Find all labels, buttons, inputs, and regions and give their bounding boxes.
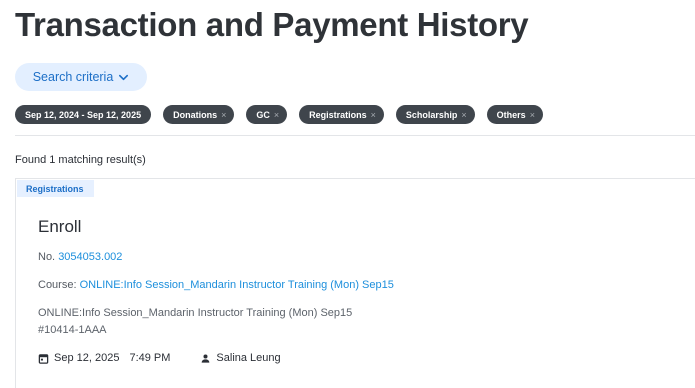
- filter-chips: Sep 12, 2024 - Sep 12, 2025 Donations × …: [15, 105, 543, 124]
- filter-chip-label: Others: [496, 109, 526, 120]
- course-link[interactable]: ONLINE:Info Session_Mandarin Instructor …: [80, 279, 394, 291]
- filter-chip-label: GC: [256, 109, 270, 120]
- filter-chip-registrations[interactable]: Registrations ×: [299, 105, 384, 124]
- calendar-icon: [38, 353, 49, 364]
- filter-chip-donations[interactable]: Donations ×: [163, 105, 235, 124]
- filter-chip-others[interactable]: Others ×: [486, 105, 543, 124]
- person-icon: [202, 353, 210, 363]
- transaction-meta: Sep 12, 2025 7:49 PM Salina Leung: [38, 352, 281, 364]
- transaction-date: Sep 12, 2025: [54, 352, 120, 364]
- transaction-number-row: No. 3054053.002: [38, 251, 122, 263]
- remove-icon[interactable]: ×: [221, 110, 226, 120]
- results-count: Found 1 matching result(s): [15, 154, 146, 166]
- number-label: No.: [38, 251, 56, 263]
- transaction-number-link[interactable]: 3054053.002: [58, 251, 122, 263]
- filter-chip-label: Donations: [173, 109, 218, 120]
- chevron-down-icon: [119, 74, 129, 80]
- filter-chip-date-range[interactable]: Sep 12, 2024 - Sep 12, 2025: [15, 105, 152, 124]
- course-label: Course:: [38, 279, 77, 291]
- transaction-title: Enroll: [38, 217, 82, 236]
- course-row: Course: ONLINE:Info Session_Mandarin Ins…: [38, 279, 394, 291]
- search-criteria-button[interactable]: Search criteria: [15, 63, 147, 91]
- category-badge: Registrations: [17, 180, 94, 197]
- filter-chip-label: Registrations: [309, 109, 367, 120]
- filter-chip-label: Scholarship: [405, 109, 458, 120]
- remove-icon[interactable]: ×: [530, 110, 535, 120]
- filter-chip-label: Sep 12, 2024 - Sep 12, 2025: [25, 109, 142, 120]
- remove-icon[interactable]: ×: [274, 110, 279, 120]
- remove-icon[interactable]: ×: [461, 110, 466, 120]
- page-title: Transaction and Payment History: [15, 6, 529, 43]
- divider: [15, 135, 695, 136]
- course-code: #10414-1AAA: [38, 324, 107, 336]
- course-description: ONLINE:Info Session_Mandarin Instructor …: [38, 307, 353, 319]
- transaction-card[interactable]: Registrations Enroll No. 3054053.002 Cou…: [15, 178, 695, 388]
- transaction-person: Salina Leung: [216, 352, 281, 364]
- filter-chip-gc[interactable]: GC ×: [246, 105, 288, 124]
- transaction-time: 7:49 PM: [129, 352, 171, 364]
- search-criteria-label: Search criteria: [32, 70, 114, 84]
- filter-chip-scholarship[interactable]: Scholarship ×: [395, 105, 475, 124]
- remove-icon[interactable]: ×: [371, 110, 376, 120]
